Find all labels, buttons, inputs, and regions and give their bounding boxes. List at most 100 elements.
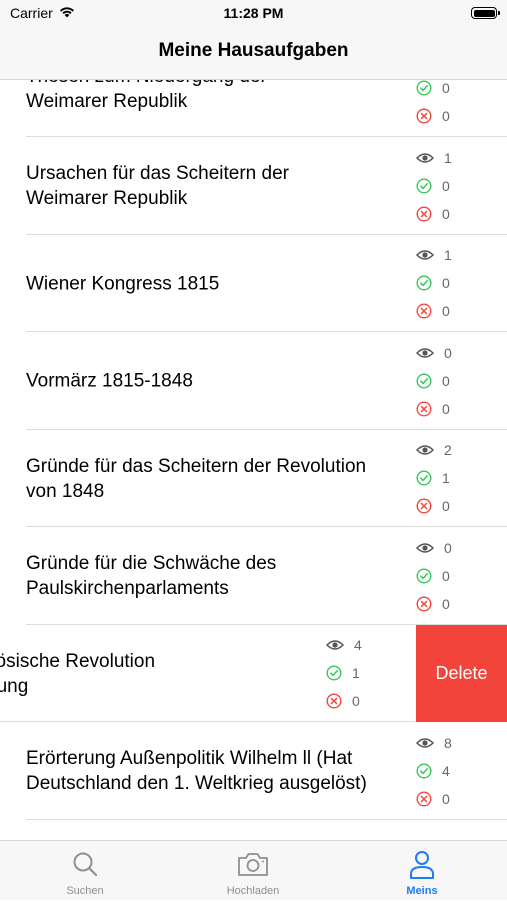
x-circle-icon bbox=[416, 790, 432, 807]
accepted-count-row: 4 bbox=[416, 761, 450, 781]
eye-icon bbox=[416, 152, 434, 164]
accepted-count-row: 1 bbox=[416, 468, 450, 488]
tab-bar: Suchen Hochladen Meins bbox=[0, 840, 507, 900]
homework-stats: 2 1 0 bbox=[416, 430, 476, 527]
eye-icon bbox=[416, 249, 434, 261]
list-item[interactable]: Gründe für die Schwäche des Paulskirchen… bbox=[0, 528, 507, 625]
view-count: 2 bbox=[444, 442, 452, 458]
rejected-count-row: 0 bbox=[416, 106, 450, 126]
accepted-count-row: 0 bbox=[416, 80, 450, 98]
homework-stats: 1 0 0 bbox=[416, 235, 476, 332]
rejected-count: 0 bbox=[442, 205, 450, 222]
homework-title: ung Französische Revolution ung/Befreiun… bbox=[0, 650, 156, 697]
homework-stats: 000 bbox=[416, 528, 476, 625]
list-item-content[interactable]: Vormärz 1815-1848 0 0 0 bbox=[0, 333, 507, 430]
x-circle-icon bbox=[416, 498, 432, 514]
rejected-count-row: 0 bbox=[416, 594, 450, 614]
view-count: 4 bbox=[354, 637, 362, 653]
accepted-count-row: 1 bbox=[326, 663, 360, 683]
check-circle-icon bbox=[416, 567, 432, 584]
accepted-count: 0 bbox=[442, 275, 450, 291]
accepted-count-row: 0 bbox=[416, 176, 450, 196]
accepted-count: 0 bbox=[442, 177, 450, 194]
x-circle-icon bbox=[326, 693, 342, 709]
delete-button[interactable]: Delete bbox=[416, 625, 507, 722]
battery-icon bbox=[471, 7, 500, 19]
list-item[interactable]: Thesen zum Niedergang der Weimarer Repub… bbox=[0, 80, 507, 137]
list-item[interactable]: Erörterung Außenpolitik Wilhelm ll (Hat … bbox=[0, 723, 507, 820]
accepted-count: 4 bbox=[442, 762, 450, 779]
rejected-count-row: 0 bbox=[416, 204, 450, 224]
rejected-count: 0 bbox=[442, 400, 450, 417]
list-item[interactable]: Vormärz 1815-1848 0 0 0 bbox=[0, 333, 507, 430]
accepted-count: 0 bbox=[442, 372, 450, 389]
tab-mine[interactable]: Meins bbox=[362, 841, 482, 901]
homework-list[interactable]: Thesen zum Niedergang der Weimarer Repub… bbox=[0, 80, 507, 840]
check-circle-icon bbox=[416, 80, 432, 96]
homework-title: Ursachen für das Scheitern der Weimarer … bbox=[26, 163, 289, 209]
list-item-content[interactable]: Gründe für das Scheitern der Revolution … bbox=[0, 430, 507, 527]
homework-stats: 4 1 0 bbox=[326, 625, 386, 722]
list-item[interactable]: Gründe für das Scheitern der Revolution … bbox=[0, 430, 507, 527]
check-circle-icon bbox=[326, 665, 342, 681]
homework-stats: 0 0 0 bbox=[416, 333, 476, 430]
rejected-count: 0 bbox=[442, 790, 450, 807]
person-icon bbox=[408, 850, 436, 885]
rejected-count-row: 0 bbox=[416, 301, 450, 321]
accepted-count: 1 bbox=[442, 470, 450, 486]
x-circle-icon bbox=[416, 205, 432, 222]
homework-stats: 8 4 0 bbox=[416, 723, 476, 820]
check-circle-icon bbox=[416, 470, 432, 486]
check-circle-icon bbox=[416, 762, 432, 779]
view-count-row: 0 bbox=[416, 343, 452, 363]
homework-stats: 1 0 0 bbox=[416, 138, 476, 235]
tab-upload-label: Hochladen bbox=[226, 885, 280, 897]
rejected-count-row: 0 bbox=[416, 789, 450, 809]
x-circle-icon bbox=[416, 108, 432, 124]
list-item[interactable]: Ursachen für das Scheitern der Weimarer … bbox=[0, 138, 507, 235]
eye-icon bbox=[416, 347, 434, 359]
view-count-row: 4 bbox=[326, 635, 362, 655]
navigation-bar: Meine Hausaufgaben bbox=[0, 28, 507, 80]
tab-upload[interactable]: Hochladen bbox=[193, 841, 313, 901]
view-count-row: 1 bbox=[416, 148, 452, 168]
list-item-content[interactable]: Thesen zum Niedergang der Weimarer Repub… bbox=[0, 80, 507, 137]
tab-search-label: Suchen bbox=[66, 885, 104, 897]
list-item-content[interactable]: Wiener Kongress 1815 1 0 0 bbox=[0, 235, 507, 332]
view-count: 0 bbox=[444, 344, 452, 361]
eye-icon bbox=[416, 737, 434, 749]
homework-title: Erörterung Außenpolitik Wilhelm ll (Hat … bbox=[26, 748, 367, 794]
homework-title: Gründe für die Schwäche des Paulskirchen… bbox=[26, 553, 277, 599]
x-circle-icon bbox=[416, 400, 432, 417]
check-circle-icon bbox=[416, 177, 432, 194]
tab-mine-label: Meins bbox=[406, 885, 438, 897]
view-count: 1 bbox=[444, 247, 452, 263]
rejected-count: 0 bbox=[442, 498, 450, 514]
list-item-content[interactable]: Erörterung Außenpolitik Wilhelm ll (Hat … bbox=[0, 723, 507, 820]
eye-icon bbox=[326, 639, 344, 651]
list-item-content[interactable]: Gründe für die Schwäche des Paulskirchen… bbox=[0, 528, 507, 625]
eye-icon bbox=[416, 542, 434, 554]
homework-title: Wiener Kongress 1815 bbox=[26, 273, 220, 294]
list-item[interactable]: ung Französische Revolution ung/Befreiun… bbox=[0, 625, 507, 722]
x-circle-icon bbox=[416, 595, 432, 612]
accepted-count-row: 0 bbox=[416, 273, 450, 293]
view-count-row: 2 bbox=[416, 440, 452, 460]
homework-stats: 000 bbox=[416, 80, 476, 137]
homework-title: Gründe für das Scheitern der Revolution … bbox=[26, 455, 367, 502]
page-title: Meine Hausaufgaben bbox=[158, 40, 349, 61]
list-item[interactable]: Wiener Kongress 1815 1 0 0 bbox=[0, 235, 507, 332]
view-count: 8 bbox=[444, 734, 452, 751]
accepted-count: 1 bbox=[352, 665, 360, 681]
row-separator bbox=[26, 818, 507, 820]
rejected-count-row: 0 bbox=[416, 496, 450, 516]
tab-search[interactable]: Suchen bbox=[25, 841, 145, 901]
homework-title: Thesen zum Niedergang der Weimarer Repub… bbox=[26, 80, 267, 112]
rejected-count-row: 0 bbox=[326, 691, 360, 711]
view-count-row: 1 bbox=[416, 245, 452, 265]
accepted-count-row: 0 bbox=[416, 371, 450, 391]
status-bar: Carrier 11:28 PM bbox=[0, 0, 507, 28]
rejected-count: 0 bbox=[352, 693, 360, 709]
list-item-content[interactable]: Ursachen für das Scheitern der Weimarer … bbox=[0, 138, 507, 235]
list-item-content[interactable]: ung Französische Revolution ung/Befreiun… bbox=[0, 625, 417, 722]
